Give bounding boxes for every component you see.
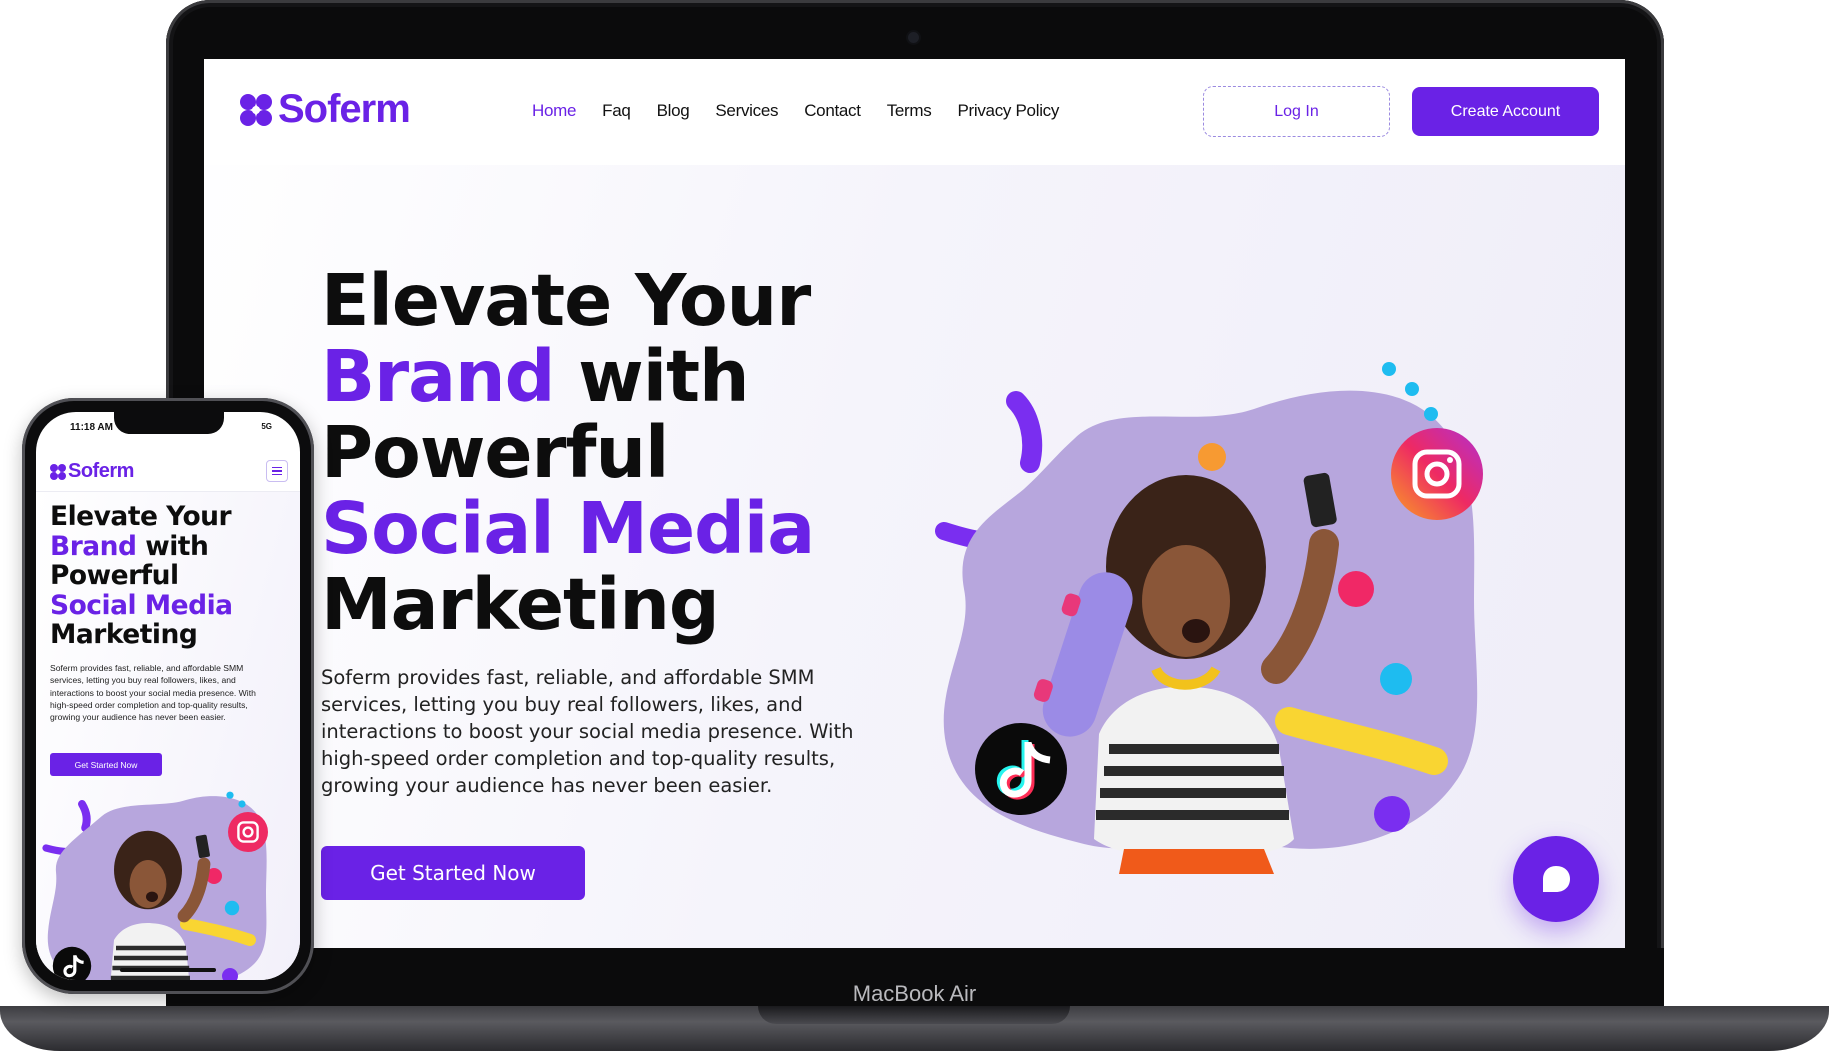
title-line: Brand with (321, 339, 814, 415)
title-text: with (554, 335, 749, 418)
login-button[interactable]: Log In (1203, 86, 1390, 137)
laptop-camera (908, 32, 919, 43)
phone-hero-title: Elevate Your Brand with Powerful Social Med… (50, 502, 233, 650)
title-line: Powerful (321, 415, 814, 491)
brand-logo[interactable]: Soferm (236, 87, 411, 132)
title-text: Powerful (321, 411, 669, 494)
confetti-dot (1198, 443, 1226, 471)
title-text: Marketing (50, 619, 198, 650)
title-line: Elevate Your (321, 263, 814, 339)
nav-item-blog[interactable]: Blog (657, 101, 690, 121)
title-accent-text: Brand (321, 335, 555, 418)
laptop-screen: Soferm Home Faq Blog Services Contact Te… (204, 59, 1625, 948)
confetti-dot (1424, 407, 1438, 421)
phone-screen: 11:18 AM 5G Soferm Elevate Your Brand wit… (36, 412, 300, 980)
phone-hero-description: Soferm provides fast, reliable, and affo… (50, 663, 256, 723)
nav-item-services[interactable]: Services (715, 101, 778, 121)
title-line: Social Media (321, 491, 815, 567)
instagram-icon (1391, 428, 1483, 520)
status-time: 11:18 AM (70, 422, 113, 433)
nav-item-home[interactable]: Home (532, 101, 576, 121)
chat-button[interactable] (1513, 836, 1599, 922)
laptop-hinge-notch (758, 1006, 1070, 1024)
clover-logo-icon (240, 93, 272, 126)
hamburger-menu-icon[interactable] (266, 460, 288, 482)
nav-item-contact[interactable]: Contact (804, 101, 861, 121)
phone-get-started-button[interactable]: Get Started Now (50, 753, 162, 776)
tiktok-icon (975, 723, 1067, 815)
get-started-button[interactable]: Get Started Now (321, 846, 585, 900)
phone-status-bar: 11:18 AM 5G (36, 420, 300, 438)
confetti-dot (1382, 362, 1396, 376)
confetti-dot (1338, 571, 1374, 607)
phone-brand-logo[interactable]: Soferm (48, 460, 134, 483)
create-account-button[interactable]: Create Account (1412, 87, 1599, 136)
confetti-dot (1374, 796, 1410, 832)
phone-brand-name: Soferm (68, 460, 134, 482)
main-menu: Home Faq Blog Services Contact Terms Pri… (532, 101, 1085, 121)
title-text: Elevate Your (321, 259, 811, 342)
chat-bubble-icon (1543, 866, 1570, 892)
confetti-dot (1380, 663, 1412, 695)
title-text: Powerful (50, 560, 179, 591)
decor-squiggle (1006, 391, 1043, 473)
title-accent-text: Social Media (321, 487, 815, 570)
nav-item-privacy-policy[interactable]: Privacy Policy (957, 101, 1059, 121)
nav-item-faq[interactable]: Faq (602, 101, 631, 121)
hero-description: Soferm provides fast, reliable, and affo… (321, 666, 854, 797)
hero-title: Elevate Your Brand with Powerful Social Med… (321, 263, 815, 643)
title-line: Brand with (50, 530, 233, 562)
clover-logo-icon (50, 463, 66, 480)
title-line: Powerful (50, 561, 233, 591)
confetti-dot (1405, 382, 1419, 396)
phone-home-indicator (120, 968, 216, 972)
title-accent-text: Brand (50, 530, 137, 562)
title-text: Elevate Your (50, 501, 232, 532)
title-line: Marketing (50, 620, 233, 650)
title-text: Marketing (321, 563, 720, 646)
hero-illustration (935, 362, 1483, 874)
title-line: Marketing (321, 567, 814, 643)
phone-header: Soferm (36, 450, 300, 492)
title-line: Elevate Your (50, 502, 233, 532)
title-text: with (136, 530, 209, 562)
site-header: Soferm Home Faq Blog Services Contact Te… (204, 59, 1625, 165)
brand-name: Soferm (278, 87, 411, 131)
title-line: Social Media (50, 589, 233, 621)
phone-hero: Elevate Your Brand with Powerful Social Med… (36, 492, 300, 980)
phone-hero-illustration (42, 791, 268, 980)
status-signal: 5G (261, 422, 272, 431)
title-accent-text: Social Media (50, 589, 233, 621)
nav-item-terms[interactable]: Terms (887, 101, 932, 121)
